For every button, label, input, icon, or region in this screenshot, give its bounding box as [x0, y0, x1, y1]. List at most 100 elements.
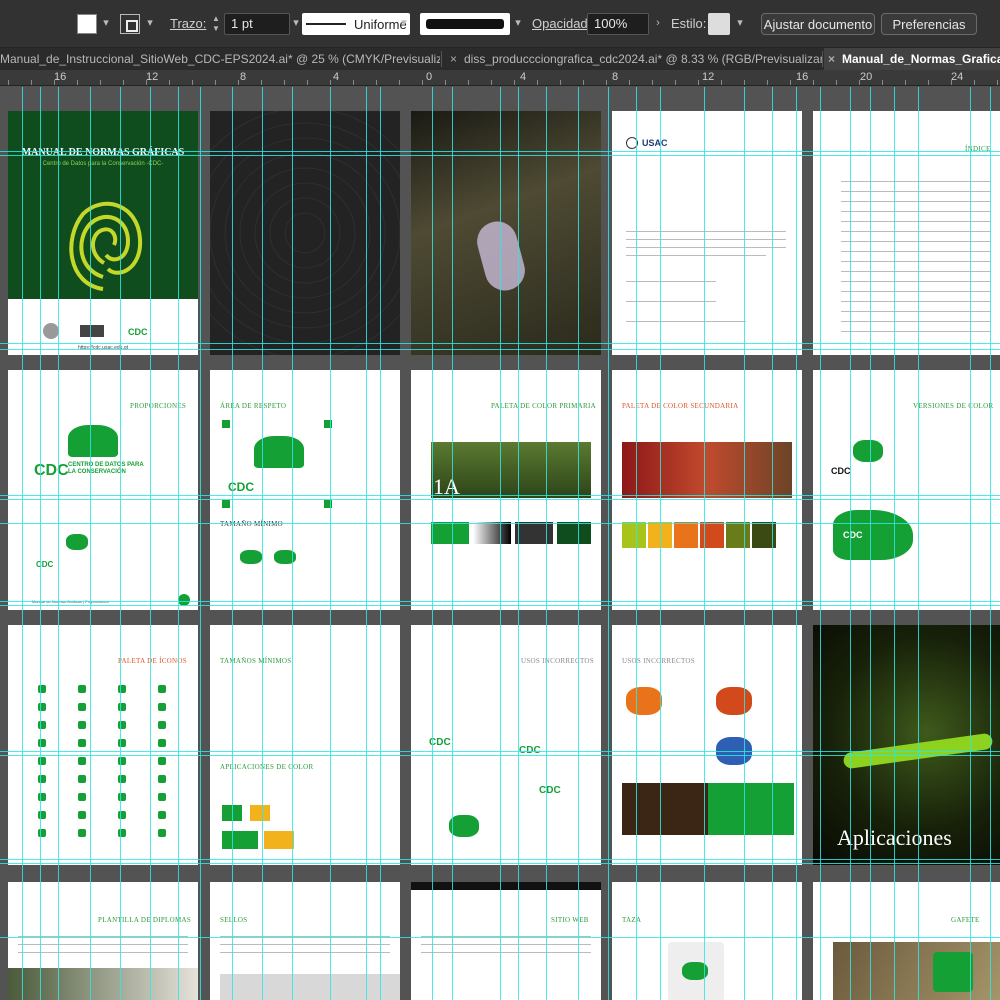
cdc-name: CENTRO DE DATOS PARA LA CONSERVACIÓN — [68, 462, 144, 475]
tab-diss-produccion[interactable]: × diss_produccciongrafica_cdc2024.ai* @ … — [446, 48, 822, 70]
artboard-versiones[interactable]: VERSIONES DE COLOR CDC CDC — [813, 370, 1000, 610]
diploma-photo — [8, 968, 198, 1000]
ruler-tick — [537, 80, 538, 85]
stroke-weight-dropdown-icon[interactable]: ▾ — [290, 16, 302, 30]
color-application-swatch — [222, 831, 258, 849]
index-line — [841, 281, 991, 282]
opacity-field[interactable]: 100% — [587, 13, 649, 35]
artboard-caterpillar-photo[interactable] — [411, 111, 601, 355]
artboard-plantilla-diplomas[interactable]: PLANTILLA DE DIPLOMAS — [8, 882, 198, 1000]
artboard-indice[interactable]: ÍNDICE — [813, 111, 1000, 355]
usos-incorrectos-title: USOS INCORRECTOS — [622, 657, 695, 665]
index-line — [841, 201, 991, 202]
horizontal-guide[interactable] — [0, 499, 1000, 500]
horizontal-guide[interactable] — [0, 523, 1000, 524]
tab-label: Manual_de_Instruccional_SitioWeb_CDC-EPS… — [0, 52, 440, 66]
artboard-sellos[interactable]: SELLOS — [210, 882, 400, 1000]
artboard-taza[interactable]: TAZA — [612, 882, 802, 1000]
ruler-tick — [675, 80, 676, 85]
fill-swatch[interactable] — [77, 14, 97, 34]
opacity-label[interactable]: Opacidad: — [532, 16, 591, 31]
artboard-tamanos-minimos[interactable]: TAMAÑOS MÍNIMOS APLICACIONES DE COLOR — [210, 625, 400, 865]
horizontal-guide[interactable] — [0, 755, 1000, 756]
brush-definition-dropdown[interactable] — [420, 13, 510, 35]
artboard-credits[interactable]: USAC — [612, 111, 802, 355]
artboard-dark-pattern[interactable] — [210, 111, 400, 355]
stroke-swatch[interactable] — [120, 14, 140, 34]
horizontal-guide[interactable] — [0, 859, 1000, 860]
horizontal-guide[interactable] — [0, 151, 1000, 152]
fill-dropdown-icon[interactable]: ▾ — [100, 16, 112, 30]
stroke-weight-field[interactable]: 1 pt — [224, 13, 290, 35]
index-line — [841, 191, 991, 192]
horizontal-guide[interactable] — [0, 349, 1000, 350]
document-tabs: Manual_de_Instruccional_SitioWeb_CDC-EPS… — [0, 48, 1000, 70]
color-swatch — [557, 522, 591, 544]
usos-incorrectos-title: USOS INCORRECTOS — [521, 657, 594, 665]
horizontal-guide[interactable] — [0, 751, 1000, 752]
text-line — [626, 247, 786, 248]
index-line — [841, 231, 991, 232]
ruler-tick — [859, 80, 860, 85]
brush-chevron-icon[interactable]: ▾ — [512, 16, 524, 30]
artboard-gafete[interactable]: GAFETE — [813, 882, 1000, 1000]
palette-icon — [158, 703, 166, 711]
tab-manual-instruccional[interactable]: Manual_de_Instruccional_SitioWeb_CDC-EPS… — [0, 48, 440, 70]
ruler-tick — [54, 80, 55, 85]
style-label: Estilo: — [671, 16, 707, 31]
horizontal-ruler[interactable]: 16 12 8 4 0 4 8 12 16 20 24 — [0, 70, 1000, 86]
artboard-paleta-secundaria[interactable]: PALETA DE COLOR SECUNDARIA — [612, 370, 802, 610]
opacity-chevron-icon[interactable]: › — [652, 16, 664, 30]
ruler-tick — [836, 80, 837, 85]
preferences-button[interactable]: Preferencias — [881, 13, 977, 35]
horizontal-guide[interactable] — [0, 937, 1000, 938]
tab-label: diss_produccciongrafica_cdc2024.ai* @ 8.… — [464, 52, 822, 66]
color-swatch — [431, 522, 469, 544]
artboard-canvas[interactable]: MANUAL DE NORMAS GRÁFICAS Centro de Dato… — [0, 87, 1000, 1000]
stroke-dropdown-icon[interactable]: ▾ — [144, 16, 156, 30]
ruler-tick — [100, 80, 101, 85]
horizontal-guide[interactable] — [0, 343, 1000, 344]
tab-manual-normas[interactable]: × Manual_de_Normas_Graficas_ — [824, 48, 1000, 70]
ruler-tick — [146, 80, 147, 85]
sellos-title: SELLOS — [220, 916, 248, 924]
horizontal-guide[interactable] — [0, 605, 1000, 606]
document-setup-button[interactable]: Ajustar documento — [761, 13, 875, 35]
index-line — [841, 301, 991, 302]
text-line — [626, 301, 716, 302]
horizontal-guide[interactable] — [0, 495, 1000, 496]
color-swatch — [622, 522, 646, 548]
artboard-proporciones[interactable]: PROPORCIONES CDC CENTRO DE DATOS PARA LA… — [8, 370, 198, 610]
artboard-usos-incorrectos-1[interactable]: USOS INCORRECTOS CDC CDC CDC — [411, 625, 601, 865]
style-chevron-icon[interactable]: ▾ — [734, 16, 746, 30]
palette-icon — [78, 775, 86, 783]
paleta-iconos-title: PALETA DE ÍCONOS — [118, 657, 187, 665]
palette-icon — [78, 811, 86, 819]
food-photo — [622, 442, 792, 498]
artboard-sitio-web[interactable]: SITIO WEB — [411, 882, 601, 1000]
cover-title: MANUAL DE NORMAS GRÁFICAS — [21, 147, 185, 158]
dark-brown-panel — [622, 783, 708, 835]
stroke-profile-chevron-icon[interactable]: ▾ — [398, 16, 410, 30]
artboard-usos-incorrectos-2[interactable]: USOS INCORRECTOS — [612, 625, 802, 865]
graphic-style-swatch[interactable] — [708, 13, 730, 35]
artboard-paleta-iconos[interactable]: PALETA DE ÍCONOS — [8, 625, 198, 865]
horizontal-guide[interactable] — [0, 601, 1000, 602]
index-line — [841, 181, 991, 182]
artboard-paleta-primaria[interactable]: PALETA DE COLOR PRIMARIA 1A — [411, 370, 601, 610]
artboard-area-respeto[interactable]: ÁREA DE RESPETO CDC TAMAÑO MÍNIMO — [210, 370, 400, 610]
artboard-aplicaciones[interactable]: Aplicaciones — [813, 625, 1000, 865]
horizontal-guide[interactable] — [0, 155, 1000, 156]
ruler-number: 8 — [240, 71, 247, 83]
stroke-label[interactable]: Trazo: — [170, 16, 206, 31]
turtle-palm-logo-icon — [853, 440, 883, 462]
horizontal-guide[interactable] — [0, 863, 1000, 864]
artboard-cover[interactable]: MANUAL DE NORMAS GRÁFICAS Centro de Dato… — [8, 111, 198, 355]
stroke-profile-dropdown[interactable]: Uniforme — [302, 13, 410, 35]
palette-icon — [78, 757, 86, 765]
close-icon[interactable]: × — [450, 48, 457, 70]
close-icon[interactable]: × — [828, 48, 835, 70]
ruler-tick — [169, 80, 170, 85]
stroke-weight-stepper-icon[interactable]: ▲ ▼ — [210, 14, 222, 34]
index-line — [841, 211, 991, 212]
